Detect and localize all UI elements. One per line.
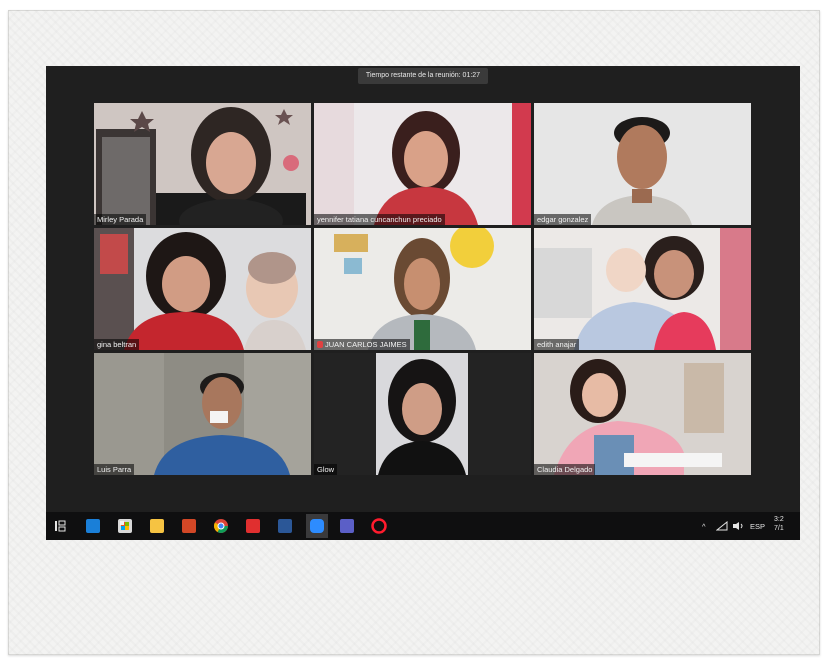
participant-name: Claudia Delgado <box>534 464 596 475</box>
acrobat-button[interactable] <box>244 517 262 535</box>
clock-date: 7/1 <box>774 525 784 532</box>
mic-muted-icon <box>317 341 323 348</box>
language-indicator[interactable]: ESP <box>750 522 765 531</box>
wifi-icon[interactable] <box>716 521 728 531</box>
participant-name: gina beltran <box>94 339 140 350</box>
task-view-button[interactable] <box>52 517 70 535</box>
teams-button[interactable] <box>338 517 356 535</box>
zoom-button[interactable] <box>306 514 328 538</box>
folder-icon <box>150 519 164 533</box>
powerpoint-button[interactable] <box>180 517 198 535</box>
store-icon <box>118 519 132 533</box>
participant-name: Luis Parra <box>94 464 135 475</box>
meeting-timer: Tiempo restante de la reunión: 01:27 <box>358 68 488 84</box>
chrome-button[interactable] <box>212 517 230 535</box>
chrome-icon <box>213 519 228 533</box>
participant-name-text: JUAN CARLOS JAIMES <box>325 340 407 349</box>
mail-icon <box>86 519 100 533</box>
clock[interactable]: 3:2 7/1 <box>774 515 784 533</box>
mail-app-button[interactable] <box>84 517 102 535</box>
acrobat-icon <box>246 519 260 533</box>
participant-tile[interactable]: Glow <box>314 353 531 475</box>
participant-name: yennifer tatiana cuncanchun preciado <box>314 214 445 225</box>
zoom-icon <box>310 519 324 533</box>
store-app-button[interactable] <box>116 517 134 535</box>
task-view-icon <box>55 520 66 532</box>
video-feed <box>314 228 531 350</box>
participant-tile[interactable]: Claudia Delgado <box>534 353 751 475</box>
gallery-grid: Mirley Parada yennifer tatiana cuncanchu… <box>94 103 751 476</box>
video-feed <box>94 103 311 225</box>
video-feed <box>94 228 311 350</box>
participant-tile[interactable]: edith anajar <box>534 228 751 350</box>
tray-chevron-icon[interactable]: ^ <box>702 522 706 531</box>
participant-name: edith anajar <box>534 339 580 350</box>
participant-tile[interactable]: edgar gonzalez <box>534 103 751 225</box>
participant-tile[interactable]: yennifer tatiana cuncanchun preciado <box>314 103 531 225</box>
video-feed <box>534 353 751 475</box>
video-feed <box>534 228 751 350</box>
participant-tile[interactable]: gina beltran <box>94 228 311 350</box>
word-button[interactable] <box>276 517 294 535</box>
participant-tile-active-speaker[interactable]: Luis Parra <box>94 353 311 475</box>
participant-tile[interactable]: JUAN CARLOS JAIMES <box>314 228 531 350</box>
volume-icon[interactable] <box>732 521 744 531</box>
windows-taskbar: ^ ESP 3:2 7/1 <box>46 512 800 540</box>
word-icon <box>278 519 292 533</box>
opera-button[interactable] <box>370 517 388 535</box>
participant-name: Glow <box>314 464 338 475</box>
participant-name: Mirley Parada <box>94 214 147 225</box>
teams-icon <box>340 519 354 533</box>
participant-name: JUAN CARLOS JAIMES <box>314 339 410 350</box>
system-tray: ^ ESP 3:2 7/1 <box>702 512 792 540</box>
clock-time: 3:2 <box>774 516 784 523</box>
participant-tile[interactable]: Mirley Parada <box>94 103 311 225</box>
video-feed <box>314 103 531 225</box>
video-feed <box>314 353 531 475</box>
file-explorer-button[interactable] <box>148 517 166 535</box>
opera-icon <box>371 518 387 534</box>
powerpoint-icon <box>182 519 196 533</box>
zoom-window: Tiempo restante de la reunión: 01:27 Mir… <box>46 66 800 540</box>
video-feed <box>534 103 751 225</box>
video-feed <box>94 353 311 475</box>
participant-name: edgar gonzalez <box>534 214 592 225</box>
